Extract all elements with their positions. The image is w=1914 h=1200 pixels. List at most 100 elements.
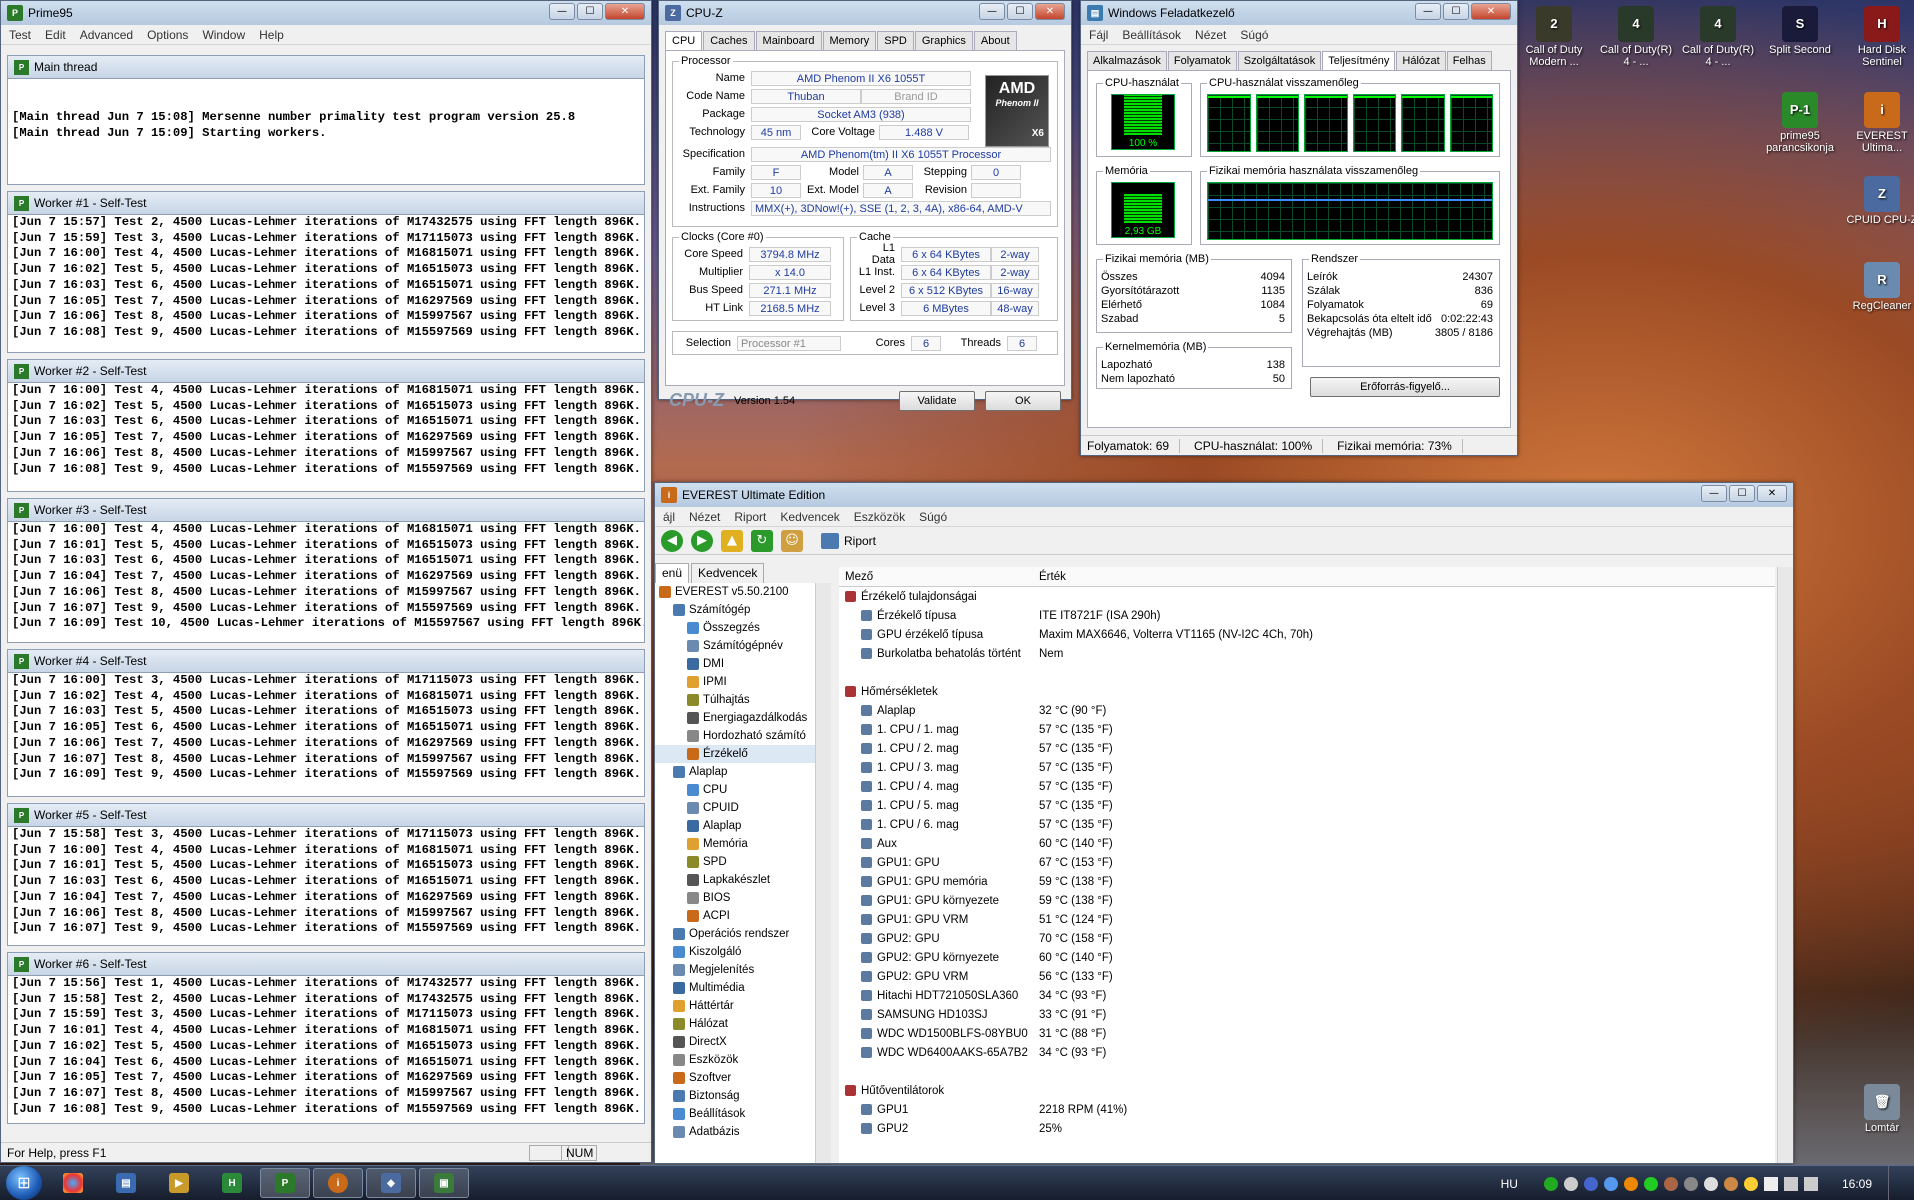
tab-favorites[interactable]: Kedvencek <box>691 563 765 583</box>
menu-item[interactable]: Riport <box>734 510 766 524</box>
menu-item[interactable]: Beállítások <box>1122 28 1181 42</box>
taskbar-app-h[interactable]: H <box>207 1168 257 1198</box>
tab-caches[interactable]: Caches <box>703 31 755 50</box>
maximize-button[interactable]: ☐ <box>1729 485 1755 502</box>
tray-icon[interactable] <box>1643 1176 1658 1191</box>
menu-window[interactable]: Window <box>202 28 245 42</box>
tree-item[interactable]: CPU <box>655 781 830 799</box>
refresh-icon[interactable]: ↻ <box>751 529 773 552</box>
worker-pane[interactable]: P Worker #5 - Self-Test [Jun 7 15:58] Test… <box>7 803 645 946</box>
everest-window[interactable]: i EVEREST Ultimate Edition — ☐ ✕ ájl Nézet R… <box>654 482 1794 1164</box>
tree-item[interactable]: BIOS <box>655 889 830 907</box>
tree-item[interactable]: Alaplap <box>655 763 830 781</box>
everest-titlebar[interactable]: i EVEREST Ultimate Edition — ☐ ✕ <box>655 483 1793 507</box>
taskbar-cpuz[interactable]: ◆ <box>366 1168 416 1198</box>
taskbar-prime95[interactable]: P <box>260 1168 310 1198</box>
list-item[interactable]: GPU2: GPU környezete 60 °C (140 °F) <box>839 948 1775 967</box>
maximize-button[interactable]: ☐ <box>1007 3 1033 20</box>
tree-item[interactable]: Memória <box>655 835 830 853</box>
taskmgr-titlebar[interactable]: ▤ Windows Feladatkezelő — ☐ ✕ <box>1081 1 1517 25</box>
tree-item[interactable]: Háttértár <box>655 997 830 1015</box>
task-manager-window[interactable]: ▤ Windows Feladatkezelő — ☐ ✕ Fájl Beállítá… <box>1080 0 1518 456</box>
tree-item[interactable]: Eszközök <box>655 1051 830 1069</box>
tree-item[interactable]: Energiagazdálkodás <box>655 709 830 727</box>
menu-help[interactable]: Help <box>259 28 284 42</box>
tray-icon[interactable] <box>1583 1176 1598 1191</box>
tab-item[interactable]: Alkalmazások <box>1087 51 1167 70</box>
tab-cpu[interactable]: CPU <box>665 31 703 50</box>
validate-button[interactable]: Validate <box>899 390 975 411</box>
tree-item[interactable]: Alaplap <box>655 817 830 835</box>
tree-item[interactable]: DMI <box>655 655 830 673</box>
tab-about[interactable]: About <box>973 31 1017 50</box>
list-item[interactable]: 1. CPU / 5. mag 57 °C (135 °F) <box>839 796 1775 815</box>
prime95-window[interactable]: P Prime95 — ☐ ✕ Test Edit Advanced Options Win… <box>0 0 652 1163</box>
menu-options[interactable]: Options <box>147 28 188 42</box>
clock[interactable]: 16:09 <box>1842 1177 1872 1191</box>
tree-item[interactable]: Szoftver <box>655 1069 830 1087</box>
tree-item[interactable]: CPUID <box>655 799 830 817</box>
minimize-button[interactable]: — <box>1701 485 1727 502</box>
tree-item[interactable]: EVEREST v5.50.2100 <box>655 583 830 601</box>
minimize-button[interactable]: — <box>549 3 575 20</box>
tray-icon[interactable] <box>1663 1176 1678 1191</box>
list-item[interactable]: SAMSUNG HD103SJ 33 °C (91 °F) <box>839 1005 1775 1024</box>
list-item[interactable]: Burkolatba behatolás történt Nem <box>839 644 1775 663</box>
maximize-button[interactable]: ☐ <box>577 3 603 20</box>
tree-item[interactable]: Operációs rendszer <box>655 925 830 943</box>
tree-item[interactable]: Hordozható számító <box>655 727 830 745</box>
desktop-icon[interactable]: 4 Call of Duty(R) 4 - ... <box>1596 6 1676 68</box>
tray-icon[interactable] <box>1563 1176 1578 1191</box>
section-header[interactable]: Hőmérsékletek <box>839 682 1775 701</box>
section-header[interactable]: Érzékelő tulajdonságai <box>839 587 1775 606</box>
tab-item[interactable]: Hálózat <box>1396 51 1446 70</box>
cpuz-window[interactable]: Z CPU-Z — ☐ ✕ CPU Caches Mainboard Memory SPD G… <box>658 0 1072 411</box>
tree-item[interactable]: Túlhajtás <box>655 691 830 709</box>
list-item[interactable]: 1. CPU / 3. mag 57 °C (135 °F) <box>839 758 1775 777</box>
tab-spd[interactable]: SPD <box>877 31 914 50</box>
menu-item[interactable]: ájl <box>663 510 675 524</box>
list-item[interactable]: WDC WD6400AAKS-65A7B2 34 °C (93 °F) <box>839 1043 1775 1062</box>
taskbar-taskmgr[interactable]: ▣ <box>419 1168 469 1198</box>
close-button[interactable]: ✕ <box>1035 3 1065 20</box>
taskbar-explorer[interactable]: ▤ <box>101 1168 151 1198</box>
menu-item[interactable]: Eszközök <box>854 510 905 524</box>
list-item[interactable] <box>839 1062 1775 1081</box>
list-item[interactable]: GPU1: GPU 67 °C (153 °F) <box>839 853 1775 872</box>
prime95-titlebar[interactable]: P Prime95 — ☐ ✕ <box>1 1 651 25</box>
ok-button[interactable]: OK <box>985 390 1061 411</box>
list-item[interactable]: Hitachi HDT721050SLA360 34 °C (93 °F) <box>839 986 1775 1005</box>
forward-arrow-icon[interactable]: ▶ <box>691 529 713 552</box>
menu-item[interactable]: Súgó <box>1240 28 1268 42</box>
tab-item[interactable]: Felhas <box>1446 51 1492 70</box>
worker-pane[interactable]: P Worker #2 - Self-Test [Jun 7 16:00] Test… <box>7 359 645 492</box>
resource-monitor-button[interactable]: Erőforrás-figyelő... <box>1310 377 1500 397</box>
worker-pane[interactable]: P Worker #1 - Self-Test [Jun 7 15:57] Test… <box>7 191 645 353</box>
main-thread-pane[interactable]: P Main thread [Main thread Jun 7 15:08] M… <box>7 55 645 185</box>
worker-pane[interactable]: P Worker #4 - Self-Test [Jun 7 16:00] Test… <box>7 649 645 797</box>
taskbar-everest[interactable]: i <box>313 1168 363 1198</box>
tab-item[interactable]: Teljesítmény <box>1322 51 1396 70</box>
cpuz-titlebar[interactable]: Z CPU-Z — ☐ ✕ <box>659 1 1071 25</box>
maximize-button[interactable]: ☐ <box>1443 3 1469 20</box>
taskbar-media[interactable]: ▶ <box>154 1168 204 1198</box>
list-item[interactable]: GPU2: GPU 70 °C (158 °F) <box>839 929 1775 948</box>
taskbar-chrome[interactable] <box>48 1168 98 1198</box>
tab-memory[interactable]: Memory <box>822 31 877 50</box>
desktop-icon[interactable]: 2 Call of Duty Modern ... <box>1514 6 1594 68</box>
tree-item[interactable]: SPD <box>655 853 830 871</box>
menu-item[interactable]: Súgó <box>919 510 947 524</box>
menu-edit[interactable]: Edit <box>45 28 66 42</box>
minimize-button[interactable]: — <box>1415 3 1441 20</box>
everest-tree[interactable]: EVEREST v5.50.2100 Számítógép Összegzés Szá… <box>655 583 831 1163</box>
desktop-icon[interactable]: S Split Second <box>1760 6 1840 56</box>
tree-item[interactable]: Multimédia <box>655 979 830 997</box>
up-folder-icon[interactable]: ▲ <box>721 529 743 552</box>
list-item[interactable]: Aux 60 °C (140 °F) <box>839 834 1775 853</box>
menu-test[interactable]: Test <box>9 28 31 42</box>
list-item[interactable]: GPU1: GPU VRM 51 °C (124 °F) <box>839 910 1775 929</box>
desktop-icon[interactable]: H Hard Disk Sentinel <box>1842 6 1914 68</box>
list-scrollbar[interactable] <box>1777 567 1793 1163</box>
back-arrow-icon[interactable]: ◀ <box>661 529 683 552</box>
list-item[interactable]: GPU1 2218 RPM (41%) <box>839 1100 1775 1119</box>
